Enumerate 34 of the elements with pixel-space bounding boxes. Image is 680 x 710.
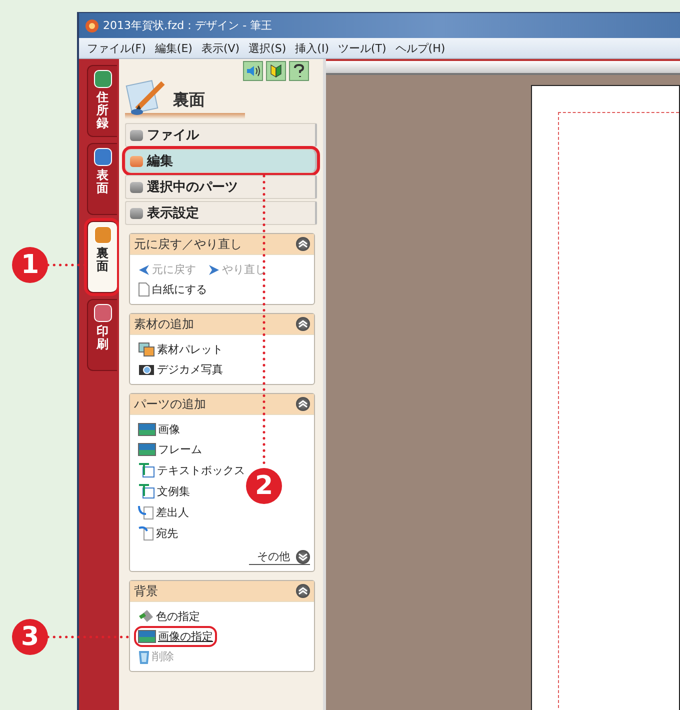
- panel-item[interactable]: 素材パレット: [136, 341, 225, 358]
- mode-button[interactable]: 編集: [125, 149, 317, 173]
- more-link[interactable]: その他: [249, 549, 310, 565]
- panel-title: 裏面: [173, 90, 205, 111]
- panel-item[interactable]: テキストボックス: [136, 461, 247, 479]
- callout-number: 3: [12, 619, 48, 655]
- section-title: 素材の追加: [134, 316, 194, 332]
- panel-item[interactable]: デジカメ写真: [136, 361, 225, 378]
- section-title: 元に戻す／やり直し: [134, 236, 242, 252]
- panel-item[interactable]: 文例集: [136, 482, 192, 500]
- panel-item[interactable]: 画像: [136, 421, 182, 438]
- window-title: 2013年賀状.fzd：デザイン - 筆王: [103, 18, 272, 33]
- panel-item[interactable]: 差出人: [136, 503, 191, 521]
- side-tab[interactable]: 表面: [87, 143, 117, 215]
- panel-item[interactable]: 白紙にする: [136, 281, 209, 298]
- menu-item[interactable]: 挿入(I): [295, 40, 329, 56]
- side-tab[interactable]: 住所録: [87, 65, 117, 137]
- callout-number: 1: [12, 247, 48, 283]
- panel-item[interactable]: フレーム: [136, 441, 204, 458]
- menu-item[interactable]: 表示(V): [201, 40, 240, 56]
- panel-item[interactable]: 色の指定: [136, 608, 202, 625]
- mode-button[interactable]: ファイル: [125, 123, 317, 147]
- side-tab[interactable]: 裏面: [87, 221, 117, 293]
- mode-button[interactable]: 選択中のパーツ: [125, 175, 317, 199]
- menu-item[interactable]: ヘルプ(H): [395, 40, 446, 56]
- mode-button[interactable]: 表示設定: [125, 201, 317, 225]
- section-title: パーツの追加: [134, 396, 206, 412]
- menu-item[interactable]: 選択(S): [248, 40, 286, 56]
- menu-item[interactable]: ファイル(F): [87, 40, 146, 56]
- section-title: 背景: [134, 582, 158, 600]
- menu-item[interactable]: 編集(E): [154, 40, 192, 56]
- menu-item[interactable]: ツール(T): [338, 40, 386, 56]
- side-tab[interactable]: 印刷: [87, 299, 117, 371]
- panel-item[interactable]: 宛先: [136, 524, 180, 542]
